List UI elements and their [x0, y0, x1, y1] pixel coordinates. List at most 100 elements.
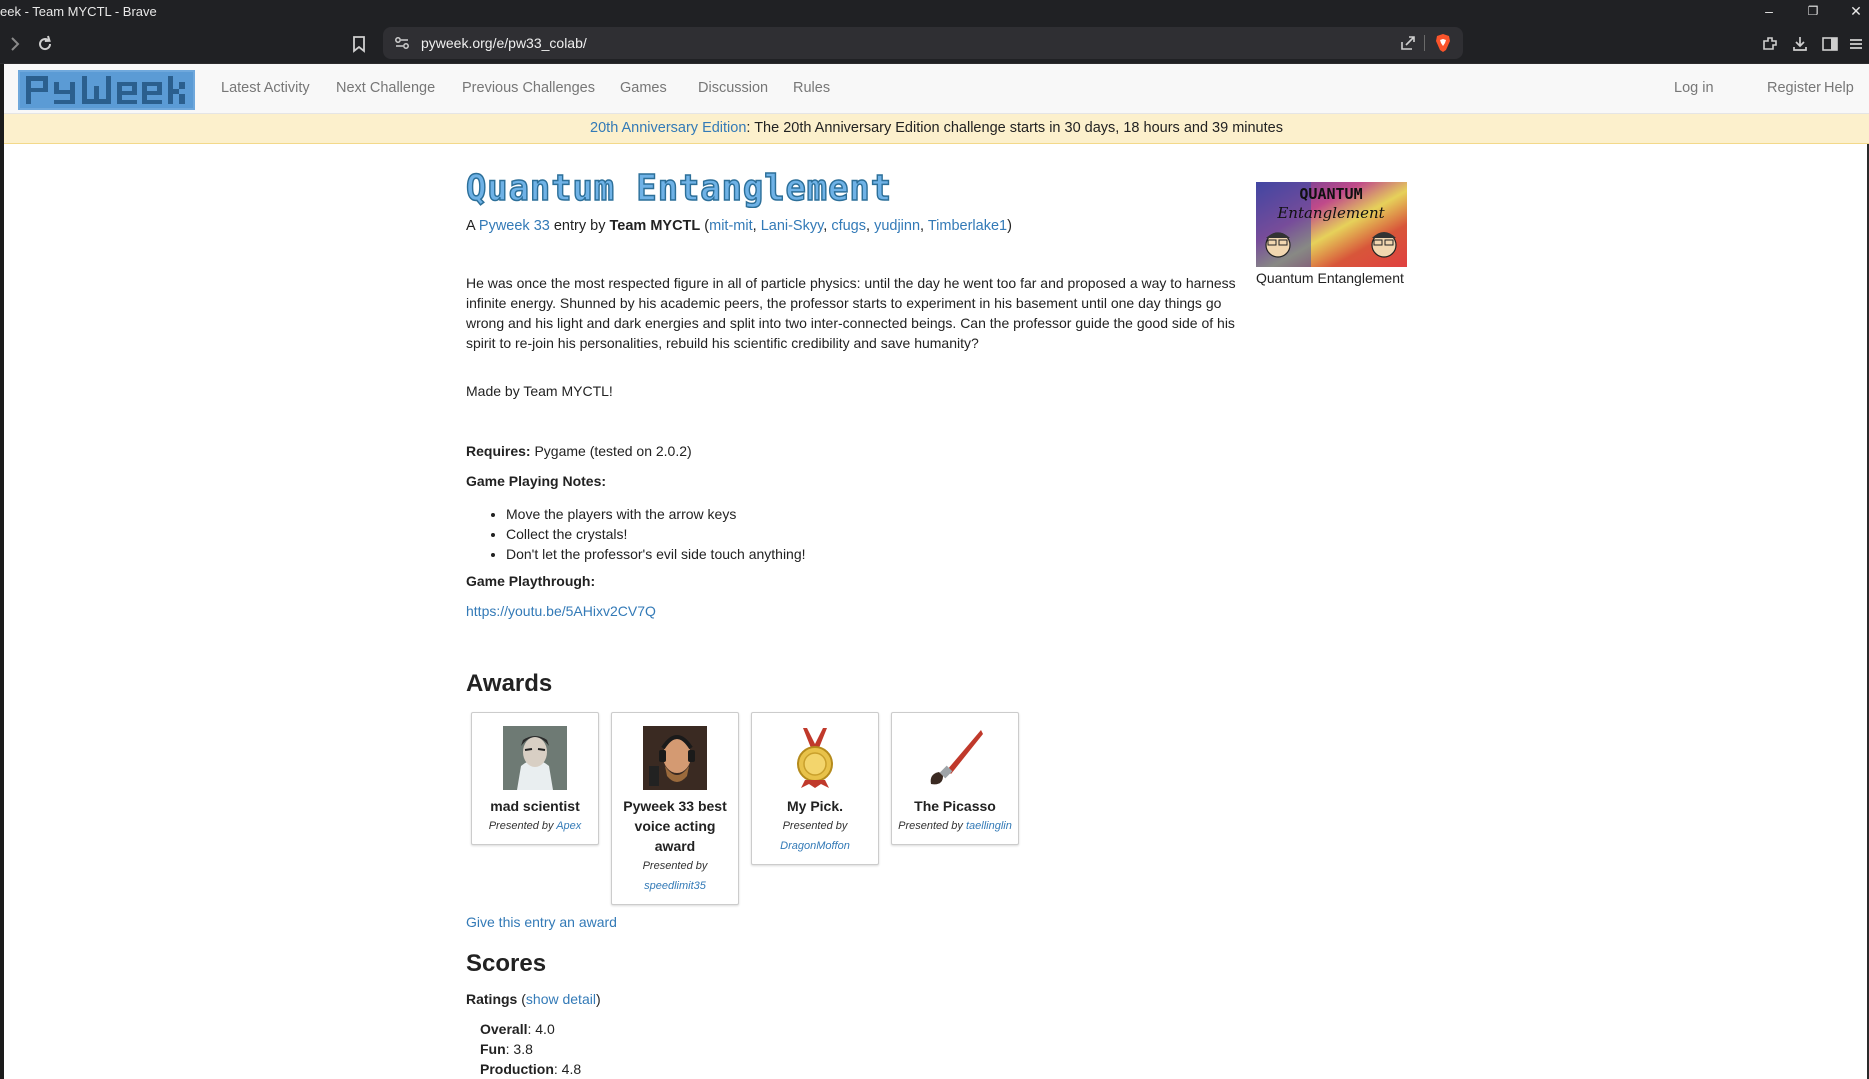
thumbnail-subtitle-text: Entanglement [1276, 204, 1385, 222]
nav-games[interactable]: Games [620, 64, 667, 113]
site-settings-icon[interactable] [393, 34, 411, 52]
thumbnail-title-text: QUANTUM [1299, 185, 1362, 203]
presenter-link[interactable]: speedlimit35 [644, 880, 706, 892]
url-text[interactable]: pyweek.org/e/pw33_colab/ [421, 27, 587, 59]
playthrough-video-link[interactable]: https://youtu.be/5AHixv2CV7Q [466, 603, 656, 619]
nav-log-in[interactable]: Log in [1674, 64, 1714, 113]
award-presenter: Presented by Apex [478, 816, 592, 836]
medal-award-icon [797, 728, 833, 788]
ratings-line: Ratings (show detail) [466, 991, 601, 1007]
list-item: Overall: 4.0 [480, 1019, 581, 1039]
brave-shield-icon[interactable] [1433, 33, 1453, 53]
forward-icon[interactable] [2, 31, 28, 57]
rating-label: Production [480, 1061, 554, 1077]
pyweek-logo[interactable] [18, 70, 195, 110]
entry-title-banner: Quantum Entanglement [465, 167, 896, 213]
award-presenter: Presented by taellinglin [898, 816, 1012, 836]
byline-prefix: A [466, 218, 479, 234]
nav-register[interactable]: Register [1767, 64, 1821, 113]
nav-latest-activity[interactable]: Latest Activity [221, 64, 310, 113]
list-item: Don't let the professor's evil side touc… [506, 544, 806, 564]
window-title: eek - Team MYCTL - Brave [0, 4, 157, 19]
member-link[interactable]: cfugs [831, 218, 866, 234]
show-detail-link[interactable]: show detail [526, 991, 596, 1007]
site-navbar: Latest Activity Next Challenge Previous … [4, 64, 1869, 114]
award-card[interactable]: Pyweek 33 best voice acting award Presen… [611, 712, 739, 905]
presented-by-label: Presented by [898, 820, 963, 832]
announcement-link[interactable]: 20th Anniversary Edition [590, 120, 746, 136]
window-frame-left [0, 64, 4, 1079]
presented-by-label: Presented by [782, 820, 848, 832]
award-presenter: Presented by DragonMoffon [758, 816, 872, 856]
rating-value: : 4.0 [527, 1021, 555, 1037]
ratings-list: Overall: 4.0 Fun: 3.8 Production: 4.8 [480, 1019, 581, 1079]
nav-previous-challenges[interactable]: Previous Challenges [462, 64, 595, 113]
share-icon[interactable] [1399, 34, 1417, 52]
entry-thumbnail[interactable]: QUANTUM Entanglement [1256, 182, 1407, 267]
presenter-link[interactable]: Apex [556, 820, 581, 832]
award-presenter: Presented by speedlimit35 [618, 856, 732, 896]
awards-heading: Awards [466, 670, 553, 697]
nav-rules[interactable]: Rules [793, 64, 830, 113]
award-card[interactable]: My Pick. Presented by DragonMoffon [751, 712, 879, 865]
award-name: Pyweek 33 best voice acting award [623, 798, 727, 854]
menu-icon[interactable] [1843, 31, 1869, 57]
rating-label: Fun [480, 1041, 506, 1057]
award-name: The Picasso [914, 798, 996, 814]
announcement-banner: 20th Anniversary Edition: The 20th Anniv… [4, 114, 1869, 144]
award-name: mad scientist [490, 798, 580, 814]
entry-byline: A Pyweek 33 entry by Team MYCTL (mit-mit… [466, 218, 1012, 234]
mad-scientist-award-icon [503, 726, 567, 790]
award-card[interactable]: mad scientist Presented by Apex [471, 712, 599, 845]
list-item: Move the players with the arrow keys [506, 504, 806, 524]
nav-help[interactable]: Help [1824, 64, 1854, 113]
nav-discussion[interactable]: Discussion [698, 64, 768, 113]
window-titlebar: eek - Team MYCTL - Brave – ❐ ✕ [0, 0, 1869, 23]
browser-toolbar: pyweek.org/e/pw33_colab/ [0, 23, 1869, 64]
list-item: Collect the crystals! [506, 524, 806, 544]
list-item: Production: 4.8 [480, 1059, 581, 1079]
made-by-text: Made by Team MYCTL! [466, 383, 613, 399]
thumbnail-caption: Quantum Entanglement [1256, 270, 1404, 286]
scores-heading: Scores [466, 950, 547, 977]
byline-entry-by: entry by [549, 218, 610, 234]
challenge-link[interactable]: Pyweek 33 [479, 218, 550, 234]
nav-next-challenge[interactable]: Next Challenge [336, 64, 435, 113]
bookmark-icon[interactable] [346, 31, 372, 57]
ratings-label: Ratings [466, 991, 518, 1007]
restore-icon[interactable]: ❐ [1793, 0, 1833, 23]
rating-label: Overall [480, 1021, 528, 1037]
reload-icon[interactable] [32, 31, 58, 57]
game-playing-notes: Move the players with the arrow keys Col… [506, 504, 806, 564]
entry-description: He was once the most respected figure in… [466, 275, 1236, 351]
team-name: Team MYCTL [609, 218, 701, 234]
member-link[interactable]: Timberlake1 [928, 218, 1007, 234]
urlbar-divider [1424, 35, 1425, 51]
game-playthrough-label: Game Playthrough: [466, 573, 596, 589]
presented-by-label: Presented by [642, 860, 708, 872]
game-playing-notes-label: Game Playing Notes: [466, 473, 607, 489]
rating-value: : 3.8 [505, 1041, 533, 1057]
entry-title: Quantum Entanglement [466, 168, 892, 208]
member-link[interactable]: Lani-Skyy [761, 218, 824, 234]
requires-line: Requires: Pygame (tested on 2.0.2) [466, 443, 692, 459]
presenter-link[interactable]: DragonMoffon [780, 840, 850, 852]
list-item: Fun: 3.8 [480, 1039, 581, 1059]
rating-value: : 4.8 [553, 1061, 582, 1077]
minimize-icon[interactable]: – [1749, 0, 1789, 23]
sidebar-icon[interactable] [1817, 31, 1843, 57]
extensions-icon[interactable] [1757, 31, 1783, 57]
presenter-link[interactable]: taellinglin [966, 820, 1012, 832]
downloads-icon[interactable] [1787, 31, 1813, 57]
voice-acting-award-icon [643, 726, 707, 790]
member-link[interactable]: yudjinn [874, 218, 920, 234]
presented-by-label: Presented by [488, 820, 554, 832]
address-bar[interactable]: pyweek.org/e/pw33_colab/ [383, 27, 1463, 59]
requires-label: Requires: [466, 443, 531, 459]
member-link[interactable]: mit-mit [709, 218, 753, 234]
paintbrush-award-icon [930, 730, 983, 785]
requires-value: Pygame (tested on 2.0.2) [530, 443, 692, 459]
close-icon[interactable]: ✕ [1836, 0, 1869, 23]
award-card[interactable]: The Picasso Presented by taellinglin [891, 712, 1019, 845]
give-award-link[interactable]: Give this entry an award [466, 914, 617, 930]
